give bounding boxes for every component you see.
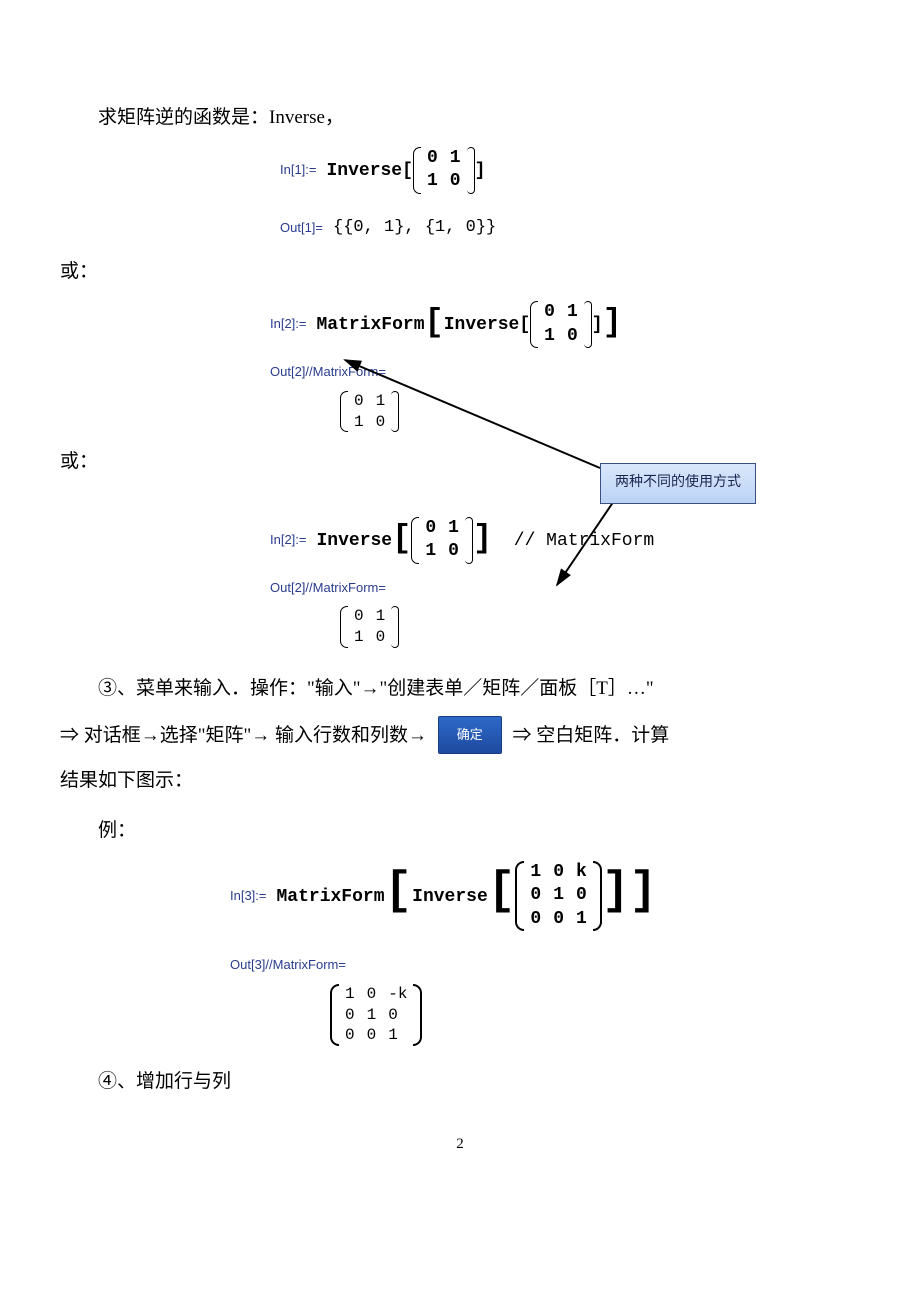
intro-text: 求矩阵逆的函数是：Inverse， — [60, 100, 860, 136]
matrix-2x2: 01 10 — [413, 145, 475, 196]
fn-outer: MatrixForm — [317, 315, 425, 335]
matrix-3x3: 10k 010 001 — [515, 859, 601, 933]
out-text: {{0, 1}, {1, 0}} — [333, 212, 496, 244]
menu-para-line1: ③、菜单来输入．操作："输入"→"创建表单／矩阵／面板［T］…" — [60, 666, 860, 712]
fn-name: Inverse — [317, 531, 393, 551]
matrix-2x2: 01 10 — [411, 515, 473, 566]
in-label: In[3]:= — [230, 884, 267, 909]
out-label: Out[2]//MatrixForm= — [270, 576, 860, 601]
callout-box: 两种不同的使用方式 — [600, 463, 756, 504]
matrix-2x2: 01 10 — [530, 299, 592, 350]
matrix-2x2-out: 01 10 — [340, 604, 399, 650]
fn-outer: MatrixForm — [277, 887, 385, 907]
out-label: Out[3]//MatrixForm= — [230, 953, 860, 978]
mma-block-1: In[1]:= Inverse[ 01 10 ] Out[1]= {{0, 1}… — [280, 145, 860, 244]
menu-para-line3: 结果如下图示： — [60, 758, 860, 804]
in-label: In[1]:= — [280, 158, 317, 183]
in-label: In[2]:= — [270, 528, 307, 553]
out-label: Out[2]//MatrixForm= — [270, 360, 860, 385]
menu-para-line2: ⇒ 对话框→选择"矩阵"→ 输入行数和列数→ 确定 ⇒ 空白矩阵．计算 — [60, 713, 860, 759]
matrix-2x2-out: 01 10 — [340, 389, 399, 435]
postfix-comment: // MatrixForm — [514, 531, 654, 551]
out-label: Out[1]= — [280, 216, 323, 241]
tail-text: ④、增加行与列 — [60, 1064, 860, 1100]
mma-block-2: In[2]:= MatrixForm[Inverse[ 01 10 ]] Out… — [270, 299, 860, 434]
or-text: 或： — [60, 254, 860, 290]
in-label: In[2]:= — [270, 312, 307, 337]
fn-name: Inverse — [327, 161, 403, 181]
fn-inner: Inverse — [412, 887, 488, 907]
matrix-3x3-out: 10-k 010 001 — [330, 982, 422, 1048]
example-label: 例： — [60, 813, 860, 849]
mma-block-4: In[3]:= MatrixForm[Inverse[ 10k 010 001 … — [230, 859, 860, 1048]
mma-block-3: In[2]:= Inverse[ 01 10 ] // MatrixForm O… — [270, 515, 860, 650]
page-number: 2 — [60, 1130, 860, 1159]
fn-inner: Inverse — [444, 315, 520, 335]
confirm-button[interactable]: 确定 — [438, 716, 502, 754]
